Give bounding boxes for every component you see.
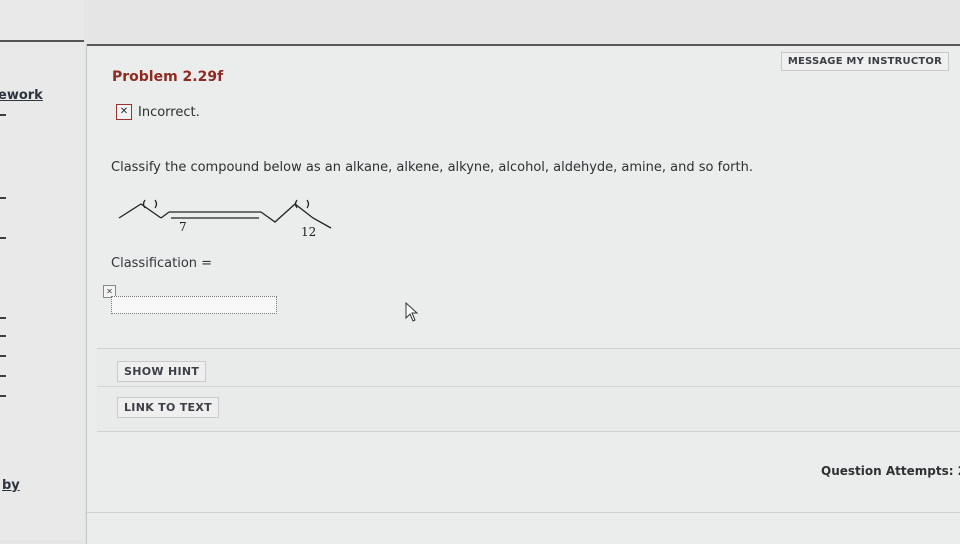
- nav-mark[interactable]: [0, 366, 6, 377]
- nav-link-by[interactable]: by: [2, 478, 20, 493]
- nav-mark[interactable]: [0, 228, 6, 239]
- molecule-paren-left: [142, 199, 146, 209]
- molecule-paren-right: [306, 199, 310, 209]
- nav-mark[interactable]: [0, 308, 6, 319]
- nav-mark[interactable]: [0, 188, 6, 199]
- divider: [97, 386, 960, 387]
- x-mark-icon: ✕: [116, 104, 132, 120]
- show-hint-button[interactable]: SHOW HINT: [117, 361, 207, 382]
- divider: [0, 40, 84, 42]
- nav-mark[interactable]: [0, 346, 6, 357]
- divider: [87, 44, 960, 46]
- main-panel: MESSAGE MY INSTRUCTOR Problem 2.29f ✕ In…: [86, 44, 960, 544]
- divider: [87, 512, 960, 513]
- molecule-paren-left: [294, 199, 298, 209]
- molecule-subscript-right: 12: [301, 225, 316, 239]
- molecule-bond: [160, 211, 170, 219]
- nav-link-homework[interactable]: ework: [0, 88, 43, 103]
- question-text: Classify the compound below as an alkane…: [111, 160, 753, 175]
- nav-mark[interactable]: [0, 105, 6, 116]
- status-text: Incorrect.: [138, 104, 200, 120]
- nav-mark[interactable]: [0, 386, 6, 397]
- nav-mark[interactable]: [0, 326, 6, 337]
- problem-title: Problem 2.29f: [112, 69, 224, 85]
- mouse-cursor-icon: [405, 302, 419, 322]
- question-attempts: Question Attempts: 2: [821, 464, 960, 478]
- left-navigation: ework by: [0, 0, 84, 540]
- classification-input[interactable]: [111, 296, 277, 314]
- link-to-text-button[interactable]: LINK TO TEXT: [117, 397, 219, 418]
- hint-panel: SHOW HINT LINK TO TEXT: [97, 348, 960, 432]
- molecule-subscript-left: 7: [179, 220, 187, 234]
- message-instructor-button[interactable]: MESSAGE MY INSTRUCTOR: [780, 52, 949, 71]
- molecule-bond: [118, 203, 162, 219]
- molecule-structure: 7 12: [118, 199, 332, 239]
- status-row: ✕ Incorrect.: [116, 104, 200, 120]
- molecule-paren-right: [154, 199, 158, 209]
- classification-label: Classification =: [111, 256, 213, 271]
